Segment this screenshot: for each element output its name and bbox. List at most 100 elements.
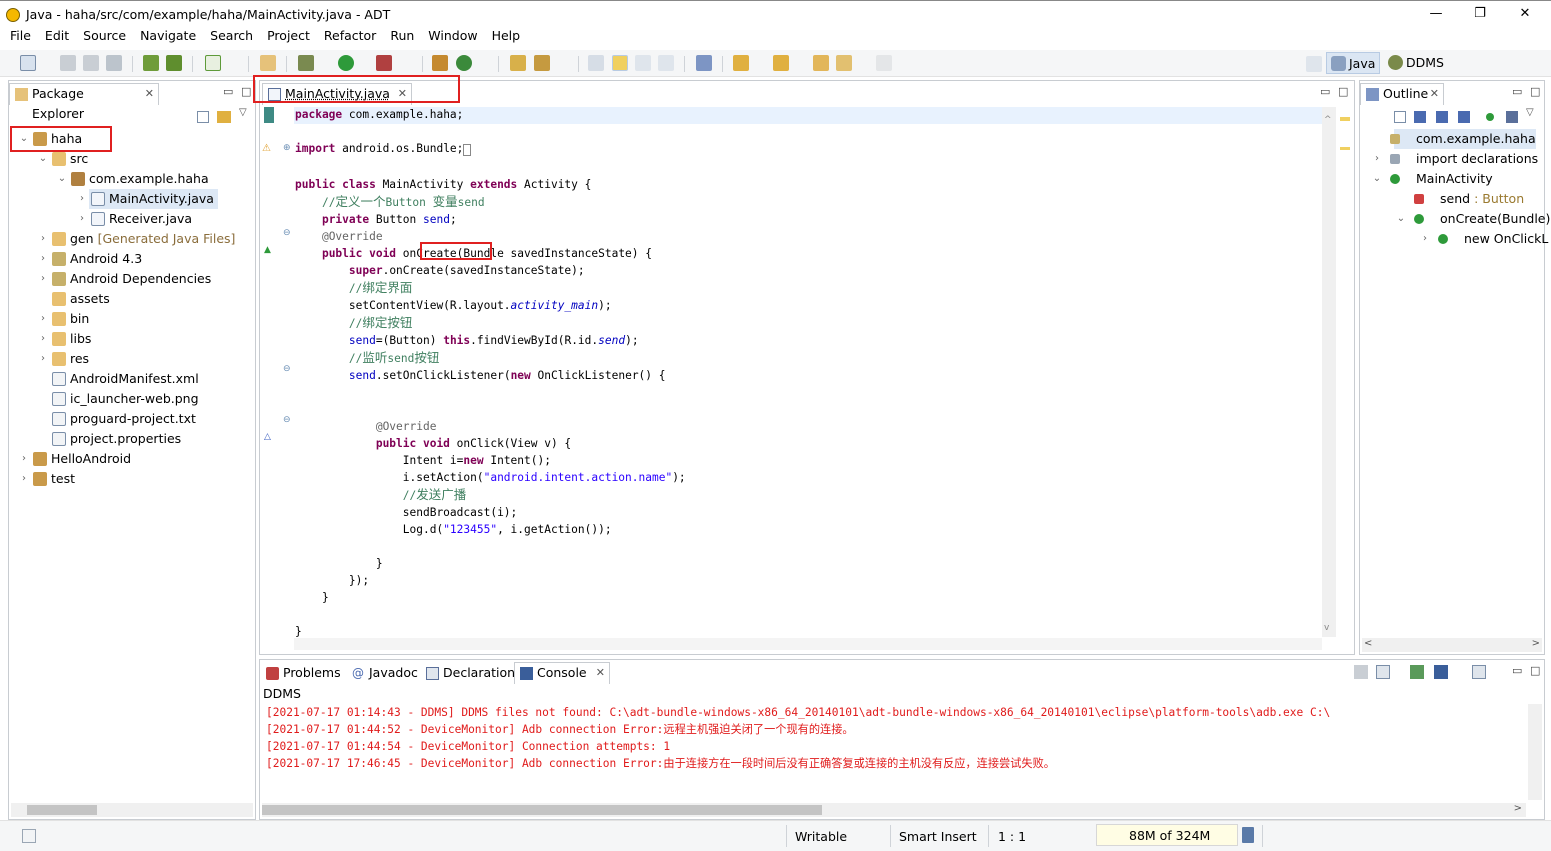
outline-item[interactable]: ⌄ MainActivity <box>1373 169 1493 189</box>
scroll-thumb[interactable] <box>262 805 822 815</box>
tab-console[interactable]: Console ✕ <box>514 662 610 684</box>
external-tools-icon[interactable] <box>376 55 392 71</box>
save-all-icon[interactable] <box>83 55 99 71</box>
search-icon[interactable] <box>534 55 550 71</box>
maximize-view-icon[interactable]: □ <box>1530 85 1540 98</box>
menu-project[interactable]: Project <box>260 28 317 44</box>
tab-javadoc[interactable]: @ Javadoc <box>346 662 420 684</box>
tree-item[interactable]: › Android 4.3 <box>41 249 142 269</box>
debug-icon[interactable] <box>298 55 314 71</box>
tree-item[interactable]: project.properties <box>50 429 181 449</box>
expand-icon[interactable]: ⌄ <box>1396 209 1406 229</box>
menu-run[interactable]: Run <box>383 28 421 44</box>
collapse-icon[interactable]: › <box>19 449 29 469</box>
hide-fields-icon[interactable] <box>1436 111 1448 123</box>
horizontal-scrollbar[interactable]: < > <box>1362 638 1542 652</box>
new-java-package-icon[interactable] <box>432 55 448 71</box>
tree-item[interactable]: ⌄ src <box>39 149 88 169</box>
perspective-java[interactable]: Java <box>1326 52 1380 74</box>
forward-icon[interactable] <box>876 55 892 71</box>
new-java-class-icon[interactable] <box>456 55 472 71</box>
tree-item[interactable]: › test <box>22 469 75 489</box>
menu-window[interactable]: Window <box>421 28 484 44</box>
collapse-icon[interactable]: › <box>1420 229 1430 249</box>
tree-item[interactable]: › bin <box>41 309 89 329</box>
fold-icon[interactable]: ⊖ <box>283 364 291 374</box>
avd-manager-icon[interactable] <box>166 55 182 71</box>
menu-file[interactable]: File <box>0 28 38 44</box>
next-annotation-icon[interactable] <box>733 55 749 71</box>
tree-item[interactable]: proguard-project.txt <box>50 409 196 429</box>
collapse-icon[interactable]: › <box>38 349 48 369</box>
maximize-view-icon[interactable]: □ <box>1338 85 1348 98</box>
menu-navigate[interactable]: Navigate <box>133 28 203 44</box>
toggle-breadcrumb-icon[interactable] <box>588 55 604 71</box>
tree-item[interactable]: › res <box>41 349 89 369</box>
minimize-view-icon[interactable]: ▭ <box>1512 85 1522 98</box>
sort-icon[interactable] <box>1414 111 1426 123</box>
minimize-view-icon[interactable]: ▭ <box>1512 664 1522 677</box>
save-icon[interactable] <box>60 55 76 71</box>
tree-item[interactable]: › MainActivity.java <box>80 189 218 209</box>
run-icon[interactable] <box>338 55 354 71</box>
collapse-icon[interactable]: › <box>38 309 48 329</box>
minimize-view-icon[interactable]: ▭ <box>1320 85 1330 98</box>
outline-item[interactable]: com.example.haha <box>1390 129 1536 149</box>
scroll-thumb[interactable] <box>27 805 97 815</box>
close-icon[interactable]: ✕ <box>1430 84 1439 104</box>
tree-item[interactable]: › gen [Generated Java Files] <box>41 229 235 249</box>
collapse-icon[interactable]: › <box>77 209 87 229</box>
tree-item[interactable]: › Android Dependencies <box>41 269 211 289</box>
horizontal-scrollbar[interactable] <box>11 803 253 817</box>
close-icon[interactable]: ✕ <box>596 663 605 683</box>
new-icon[interactable] <box>20 55 36 71</box>
vertical-scrollbar[interactable] <box>1528 704 1542 800</box>
hide-static-icon[interactable] <box>1458 111 1470 123</box>
display-console-icon[interactable] <box>1434 665 1448 679</box>
scroll-lock-icon[interactable] <box>1376 665 1390 679</box>
expand-icon[interactable]: ⌄ <box>57 169 67 189</box>
fold-icon[interactable]: ⊖ <box>283 228 291 238</box>
android-sdk-manager-icon[interactable] <box>143 55 159 71</box>
tree-item[interactable]: AndroidManifest.xml <box>50 369 199 389</box>
collapse-icon[interactable]: › <box>38 329 48 349</box>
vertical-scrollbar[interactable]: ^ v <box>1322 107 1336 637</box>
hide-local-types-icon[interactable] <box>1506 111 1518 123</box>
collapse-icon[interactable]: › <box>1372 149 1382 169</box>
tree-item[interactable]: ic_launcher-web.png <box>50 389 199 409</box>
menu-edit[interactable]: Edit <box>38 28 76 44</box>
collapse-icon[interactable]: › <box>38 269 48 289</box>
minimize-button[interactable]: — <box>1426 6 1446 21</box>
show-whitespace-icon[interactable] <box>658 55 674 71</box>
collapse-icon[interactable]: › <box>19 469 29 489</box>
clear-console-icon[interactable] <box>1354 665 1368 679</box>
collapse-all-icon[interactable] <box>197 111 209 123</box>
garbage-collect-icon[interactable] <box>1242 827 1254 843</box>
open-type-icon[interactable] <box>510 55 526 71</box>
link-with-editor-icon[interactable] <box>217 111 231 123</box>
maximize-view-icon[interactable]: □ <box>1530 664 1540 677</box>
console-output[interactable]: [2021-07-17 01:14:43 - DDMS] DDMS files … <box>266 704 1330 772</box>
new-android-project-icon[interactable] <box>260 55 276 71</box>
fold-icon[interactable]: ⊕ <box>283 143 291 153</box>
check-icon[interactable] <box>205 55 221 71</box>
view-menu-icon[interactable]: ▽ <box>1526 107 1534 118</box>
close-button[interactable]: ✕ <box>1515 6 1535 21</box>
print-icon[interactable] <box>106 55 122 71</box>
tab-outline[interactable]: Outline ✕ <box>1360 83 1444 105</box>
heap-status[interactable]: 88M of 324M <box>1096 824 1238 846</box>
code-editor[interactable]: package com.example.haha; import android… <box>295 106 686 640</box>
maximize-button[interactable]: ❐ <box>1470 6 1490 21</box>
fast-view-icon[interactable] <box>22 829 36 843</box>
expand-icon[interactable]: ⌄ <box>38 149 48 169</box>
tab-package-explorer[interactable]: Package Explorer ✕ <box>9 83 159 121</box>
outline-item[interactable]: › new OnClickL <box>1423 229 1548 249</box>
outline-item[interactable]: › import declarations <box>1375 149 1538 169</box>
tree-item[interactable]: ⌄ com.example.haha <box>58 169 209 189</box>
outline-item[interactable]: send: Button <box>1414 189 1524 209</box>
collapse-all-icon[interactable] <box>1394 111 1406 123</box>
menu-refactor[interactable]: Refactor <box>317 28 383 44</box>
last-edit-location-icon[interactable] <box>813 55 829 71</box>
skip-breakpoints-icon[interactable] <box>696 55 712 71</box>
open-console-icon[interactable] <box>1472 665 1486 679</box>
